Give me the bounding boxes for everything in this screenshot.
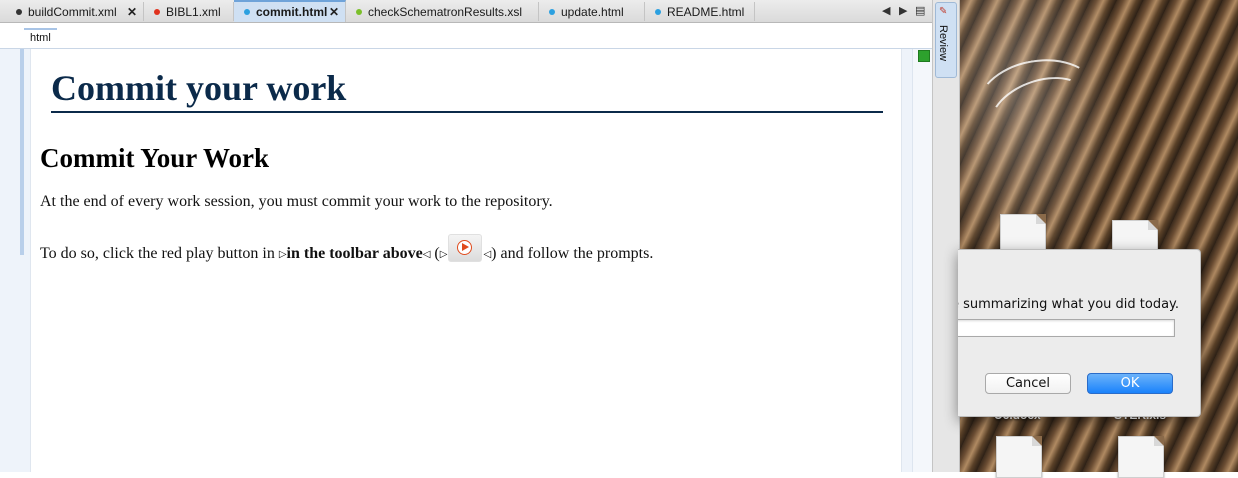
play-button-image[interactable] <box>448 234 483 262</box>
modified-dot-icon <box>154 8 160 15</box>
breadcrumb-bar: html <box>0 23 932 49</box>
tab-update-html[interactable]: update.html <box>539 2 645 21</box>
tab-label: buildCommit.xml <box>28 4 117 19</box>
tab-label: checkSchematronResults.xsl <box>368 4 523 19</box>
document-page[interactable]: Commit your work Commit Your Work At the… <box>30 49 902 472</box>
tab-label: commit.html <box>256 5 328 19</box>
tab-checkschematronresults-xsl[interactable]: checkSchematronResults.xsl <box>346 2 539 21</box>
tag-end-marker-icon[interactable]: ◁ <box>483 249 491 260</box>
tab-buildcommit-xml[interactable]: buildCommit.xml ✕ <box>6 2 144 21</box>
gutter-bar <box>20 49 24 255</box>
editor-tab-bar: buildCommit.xml ✕ BIBL1.xml commit.html … <box>0 0 932 23</box>
file-dot-icon <box>356 8 362 15</box>
tab-scroll-left-icon[interactable]: ◀ <box>882 4 890 17</box>
close-icon[interactable]: ✕ <box>127 5 137 19</box>
review-side-tab[interactable]: ✎ Review <box>935 2 957 78</box>
cancel-button[interactable]: Cancel <box>985 373 1071 394</box>
page-title: Commit your work <box>51 67 883 113</box>
commit-message-input[interactable] <box>958 319 1175 337</box>
tab-readme-html[interactable]: README.html <box>645 2 755 21</box>
section-heading: Commit Your Work <box>40 143 270 173</box>
paragraph: To do so, click the red play button in ▷… <box>40 234 653 263</box>
tab-bibl1-xml[interactable]: BIBL1.xml <box>144 2 234 21</box>
paragraph-text: ( <box>430 245 440 262</box>
play-triangle-icon <box>462 243 470 251</box>
dialog-prompt: e summarizing what you did today. <box>958 297 1180 312</box>
tab-menu-icon[interactable]: ▤ <box>915 4 925 17</box>
editor-area[interactable]: Commit your work Commit Your Work At the… <box>0 49 932 472</box>
review-tab-label: Review <box>937 25 949 62</box>
tab-scroll-right-icon[interactable]: ▶ <box>899 4 907 17</box>
close-icon[interactable]: ✕ <box>329 5 339 19</box>
tab-label: update.html <box>561 4 624 19</box>
tab-label: BIBL1.xml <box>166 4 221 19</box>
breadcrumb[interactable]: html <box>24 28 57 46</box>
bold-text: in the toolbar above <box>286 245 423 262</box>
commit-dialog: e summarizing what you did today. Cancel… <box>958 249 1201 417</box>
validation-ok-icon[interactable] <box>918 50 930 62</box>
paragraph: At the end of every work session, you mu… <box>40 193 553 210</box>
tab-commit-html[interactable]: commit.html ✕ <box>234 0 346 22</box>
file-dot-icon <box>655 8 661 15</box>
tab-label: README.html <box>667 4 745 19</box>
paragraph-text: ) and follow the prompts. <box>491 245 654 262</box>
ok-button[interactable]: OK <box>1087 373 1173 394</box>
modified-dot-icon <box>16 8 22 15</box>
tag-start-marker-icon[interactable]: ▷ <box>440 249 448 260</box>
tag-start-marker-icon[interactable]: ▷ <box>279 249 287 260</box>
file-dot-icon <box>244 9 250 15</box>
file-dot-icon <box>549 8 555 15</box>
scroll-status-strip[interactable] <box>912 49 933 472</box>
paragraph-text: To do so, click the red play button in <box>40 245 279 262</box>
review-icon: ✎ <box>939 6 948 17</box>
